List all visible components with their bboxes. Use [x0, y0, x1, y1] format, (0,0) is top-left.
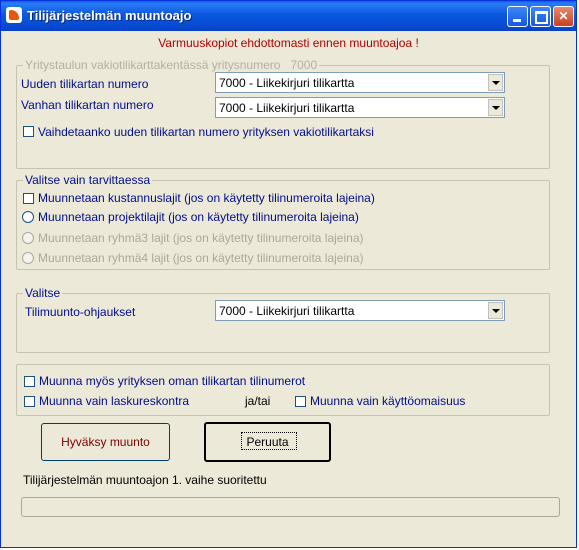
chevron-down-icon[interactable]: [488, 99, 503, 116]
maximize-button[interactable]: [530, 6, 551, 27]
own-chart-label[interactable]: Muunna myös yrityksen oman tilikartan ti…: [39, 374, 305, 388]
dialog-window: Tilijärjestelmän muuntoajo ✕ Varmuuskopi…: [0, 0, 577, 548]
window-title: Tilijärjestelmän muuntoajo: [27, 8, 192, 23]
group4-types-radio: [22, 252, 34, 264]
group-legend-chart: Yritystaulun vakiotilikarttakentässä yri…: [23, 58, 320, 72]
legend-company-number: 7000: [290, 58, 318, 72]
assets-only-label[interactable]: Muunna vain käyttöomaisuus: [310, 394, 465, 408]
close-icon: ✕: [558, 9, 569, 23]
progress-bar: [21, 497, 560, 517]
title-bar[interactable]: Tilijärjestelmän muuntoajo ✕: [1, 1, 576, 31]
controls-value: 7000 - Liikekirjuri tilikartta: [219, 304, 355, 318]
group-legend-select: Valitse: [23, 286, 63, 300]
accept-conversion-button[interactable]: Hyväksy muunto: [41, 423, 170, 461]
close-button[interactable]: ✕: [553, 6, 574, 27]
new-chart-select[interactable]: 7000 - Liikekirjuri tilikartta: [215, 72, 505, 93]
swap-default-chart-checkbox[interactable]: [23, 126, 34, 137]
extra-options-group: [16, 364, 550, 416]
old-chart-select[interactable]: 7000 - Liikekirjuri tilikartta: [215, 97, 505, 118]
invoice-only-checkbox[interactable]: [24, 396, 35, 407]
group3-types-label: Muunnetaan ryhmä3 lajit (jos on käytetty…: [38, 231, 364, 245]
new-chart-value: 7000 - Liikekirjuri tilikartta: [219, 76, 355, 90]
project-types-radio[interactable]: [22, 211, 34, 223]
controls-select[interactable]: 7000 - Liikekirjuri tilikartta: [215, 300, 505, 321]
minimize-icon: [513, 19, 521, 22]
app-icon: [6, 7, 22, 23]
maximize-icon: [535, 11, 548, 24]
project-types-label[interactable]: Muunnetaan projektilajit (jos on käytett…: [38, 210, 359, 224]
focus-rect: [241, 432, 297, 450]
cancel-button[interactable]: Peruuta: [204, 422, 331, 462]
chevron-down-icon[interactable]: [488, 302, 503, 319]
chevron-down-icon[interactable]: [488, 74, 503, 91]
controls-label: Tilimuunto-ohjaukset: [25, 305, 136, 319]
and-or-label: ja/tai: [245, 394, 271, 408]
group3-types-radio: [22, 232, 34, 244]
cost-types-label[interactable]: Muunnetaan kustannuslajit (jos on käytet…: [38, 191, 375, 205]
old-chart-value: 7000 - Liikekirjuri tilikartta: [219, 101, 355, 115]
invoice-only-label[interactable]: Muunna vain laskureskontra: [39, 394, 189, 408]
assets-only-checkbox[interactable]: [295, 396, 306, 407]
group-legend-optional: Valitse vain tarvittaessa: [23, 173, 153, 187]
own-chart-checkbox[interactable]: [24, 376, 35, 387]
swap-default-chart-label[interactable]: Vaihdetaanko uuden tilikartan numero yri…: [38, 125, 374, 139]
cost-types-checkbox[interactable]: [23, 193, 34, 204]
minimize-button[interactable]: [507, 6, 528, 27]
group4-types-label: Muunnetaan ryhmä4 lajit (jos on käytetty…: [38, 251, 364, 265]
status-text: Tilijärjestelmän muuntoajon 1. vaihe suo…: [23, 473, 267, 487]
new-chart-label: Uuden tilikartan numero: [21, 77, 149, 91]
backup-warning: Varmuuskopiot ehdottomasti ennen muuntoa…: [158, 36, 419, 50]
old-chart-label: Vanhan tilikartan numero: [21, 98, 154, 112]
